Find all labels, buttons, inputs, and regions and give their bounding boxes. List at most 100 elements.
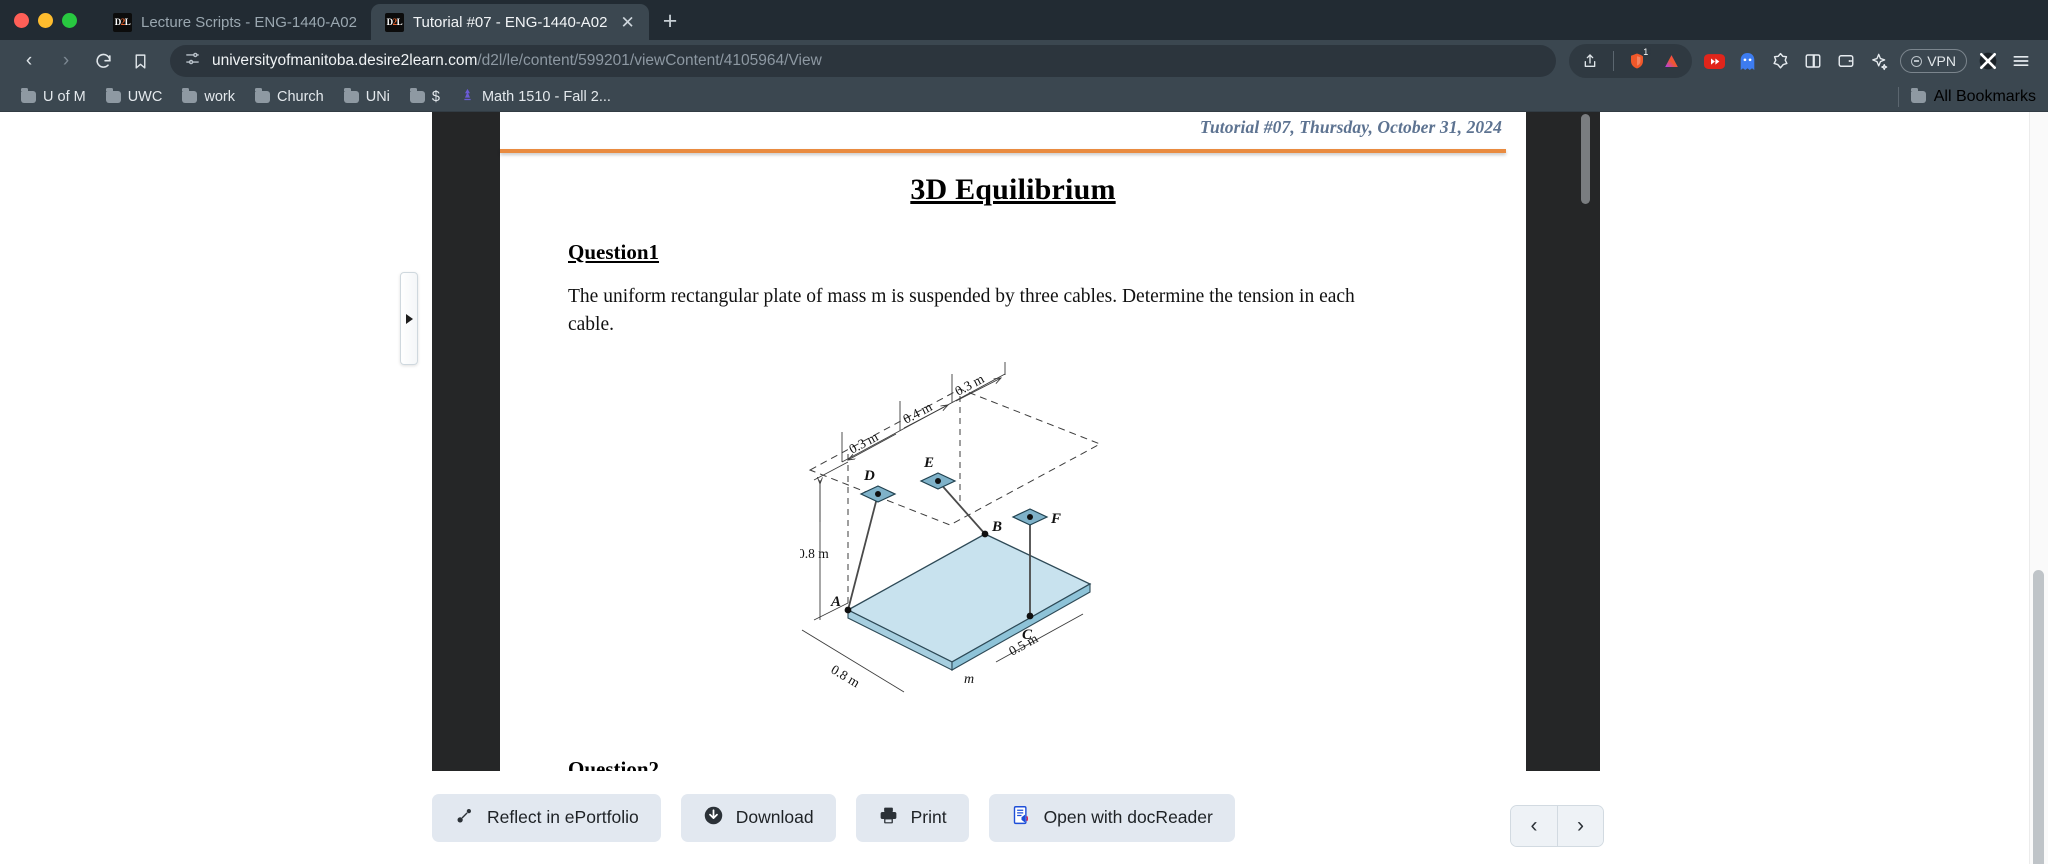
folder-icon [182, 87, 198, 103]
bookmark-label: Math 1510 - Fall 2... [481, 88, 611, 105]
svg-text:m: m [964, 672, 974, 687]
question1-heading: Question1 [568, 240, 660, 264]
expand-panel-handle[interactable] [400, 272, 418, 365]
bookmark-label: $ [431, 88, 440, 105]
bookmark-church[interactable]: Church [246, 86, 333, 108]
svg-text:A: A [830, 594, 841, 610]
next-page-button[interactable]: › [1557, 806, 1603, 846]
question2-heading: Question2 [568, 757, 660, 771]
share-icon[interactable] [1575, 46, 1605, 76]
chrome-menu-icon[interactable] [2006, 46, 2036, 76]
bookmark-label: work [204, 88, 235, 105]
bookmark-label: UNi [365, 88, 390, 105]
svg-text:0.8 m: 0.8 m [828, 662, 863, 691]
folder-icon [254, 87, 270, 103]
svg-text:0.3 m: 0.3 m [846, 429, 881, 457]
bookmark-label: U of M [43, 88, 86, 105]
reload-button[interactable] [86, 44, 120, 78]
page-navigation: ‹ › [1510, 805, 1604, 847]
bookmark-label: Church [276, 88, 324, 105]
svg-text:F: F [1050, 511, 1061, 527]
svg-text:0.4 m: 0.4 m [900, 399, 935, 427]
bookmark-uni[interactable]: UNi [335, 86, 399, 108]
document-viewer: Tutorial #07, Thursday, October 31, 2024… [432, 112, 1600, 771]
eportfolio-icon [454, 805, 475, 831]
close-window-button[interactable] [14, 12, 29, 28]
chevron-right-icon [405, 313, 413, 324]
window-controls [14, 0, 99, 40]
browser-toolbar-actions: 1 VPN [1569, 44, 2036, 78]
svg-text:D: D [863, 468, 875, 484]
address-bar[interactable]: universityofmanitoba.desire2learn.com/d2… [170, 45, 1557, 77]
maximize-window-button[interactable] [62, 12, 77, 28]
document-scrollbar-thumb[interactable] [1581, 114, 1590, 204]
wallet-icon[interactable] [1831, 46, 1861, 76]
bookmark-uwc[interactable]: UWC [97, 86, 172, 108]
open-with-docreader-button[interactable]: Open with docReader [988, 793, 1235, 842]
document-action-bar: Reflect in ePortfolio Download Print Ope… [0, 771, 1635, 864]
bookmark-work[interactable]: work [173, 86, 244, 108]
download-icon [703, 805, 724, 831]
url-path: /d2l/le/content/599201/viewContent/41059… [477, 52, 822, 69]
brave-vpn-button[interactable]: VPN [1900, 49, 1967, 73]
tab-lecture-scripts[interactable]: D2L Lecture Scripts - ENG-1440-A02 [99, 4, 371, 40]
tab-tutorial-07[interactable]: D2L Tutorial #07 - ENG-1440-A02 ✕ [370, 4, 649, 40]
address-bar-url: universityofmanitoba.desire2learn.com/d2… [212, 52, 822, 70]
tab-title: Tutorial #07 - ENG-1440-A02 [412, 13, 608, 31]
all-bookmarks-button[interactable]: All Bookmarks [1894, 86, 2036, 107]
page-scrollbar-thumb[interactable] [2033, 570, 2044, 864]
bookmark-u-of-m[interactable]: U of M [12, 86, 95, 108]
split-view-icon[interactable] [1798, 46, 1828, 76]
document-header-note: Tutorial #07, Thursday, October 31, 2024 [1199, 117, 1502, 137]
bookmarks-divider [1897, 86, 1899, 107]
all-bookmarks-label: All Bookmarks [1933, 87, 2036, 105]
url-host: universityofmanitoba.desire2learn.com [212, 52, 478, 69]
bookmark-math-1510[interactable]: Math 1510 - Fall 2... [451, 84, 620, 109]
brave-vpn-icon[interactable] [1973, 46, 2003, 76]
folder-icon [105, 87, 121, 103]
svg-text:0.8 m: 0.8 m [800, 546, 829, 561]
new-tab-button[interactable]: + [649, 9, 692, 40]
svg-text:E: E [923, 455, 934, 471]
leo-ai-icon[interactable] [1656, 46, 1686, 76]
puzzle-extension-icon[interactable] [1765, 46, 1795, 76]
equilibrium-figure: A B C D E F m 0.3 m 0.4 m 0.3 m 0.8 m 0.… [798, 348, 1220, 707]
print-button[interactable]: Print [855, 793, 969, 842]
vpn-status-icon [1911, 55, 1923, 67]
button-label: Open with docReader [1043, 807, 1213, 827]
d2l-favicon-icon: D2L [113, 12, 132, 32]
close-tab-icon[interactable]: ✕ [620, 14, 634, 31]
brave-actions-pill: 1 [1569, 44, 1693, 78]
forward-button[interactable]: › [49, 44, 83, 78]
minimize-window-button[interactable] [38, 12, 53, 28]
bookmark-dollar[interactable]: $ [401, 86, 449, 108]
navigation-toolbar: ‹ › universityofmanitoba.desire2learn.co… [0, 40, 2048, 82]
document-page: Tutorial #07, Thursday, October 31, 2024… [500, 112, 1526, 771]
brave-shields-icon[interactable]: 1 [1622, 46, 1652, 76]
folder-icon [21, 87, 36, 103]
ghost-extension-icon[interactable] [1732, 46, 1762, 76]
youtube-extension-icon[interactable] [1699, 46, 1729, 76]
reflect-in-eportfolio-button[interactable]: Reflect in ePortfolio [432, 793, 661, 842]
shields-badge-count: 1 [1640, 46, 1652, 57]
back-button[interactable]: ‹ [12, 44, 46, 78]
d2l-favicon-icon: D2L [384, 12, 404, 32]
docreader-icon [1011, 805, 1032, 831]
page-scrollbar-track[interactable] [2029, 112, 2048, 864]
folder-icon [409, 87, 425, 103]
folder-icon [1910, 87, 1926, 103]
printer-icon [878, 805, 899, 831]
toolbar-divider [1613, 51, 1615, 71]
button-label: Print [910, 807, 947, 827]
browser-window: D2L Lecture Scripts - ENG-1440-A02 D2L T… [0, 0, 2048, 864]
button-label: Reflect in ePortfolio [487, 807, 639, 827]
sparkle-icon[interactable] [1864, 46, 1894, 76]
bookmark-label: UWC [127, 88, 163, 105]
tab-title: Lecture Scripts - ENG-1440-A02 [141, 13, 357, 31]
previous-page-button[interactable]: ‹ [1511, 806, 1557, 846]
vpn-label: VPN [1927, 53, 1956, 69]
site-settings-icon[interactable] [184, 50, 201, 72]
bookmark-button[interactable] [123, 44, 157, 78]
download-button[interactable]: Download [680, 793, 836, 842]
question1-body: The uniform rectangular plate of mass m … [568, 286, 1355, 335]
